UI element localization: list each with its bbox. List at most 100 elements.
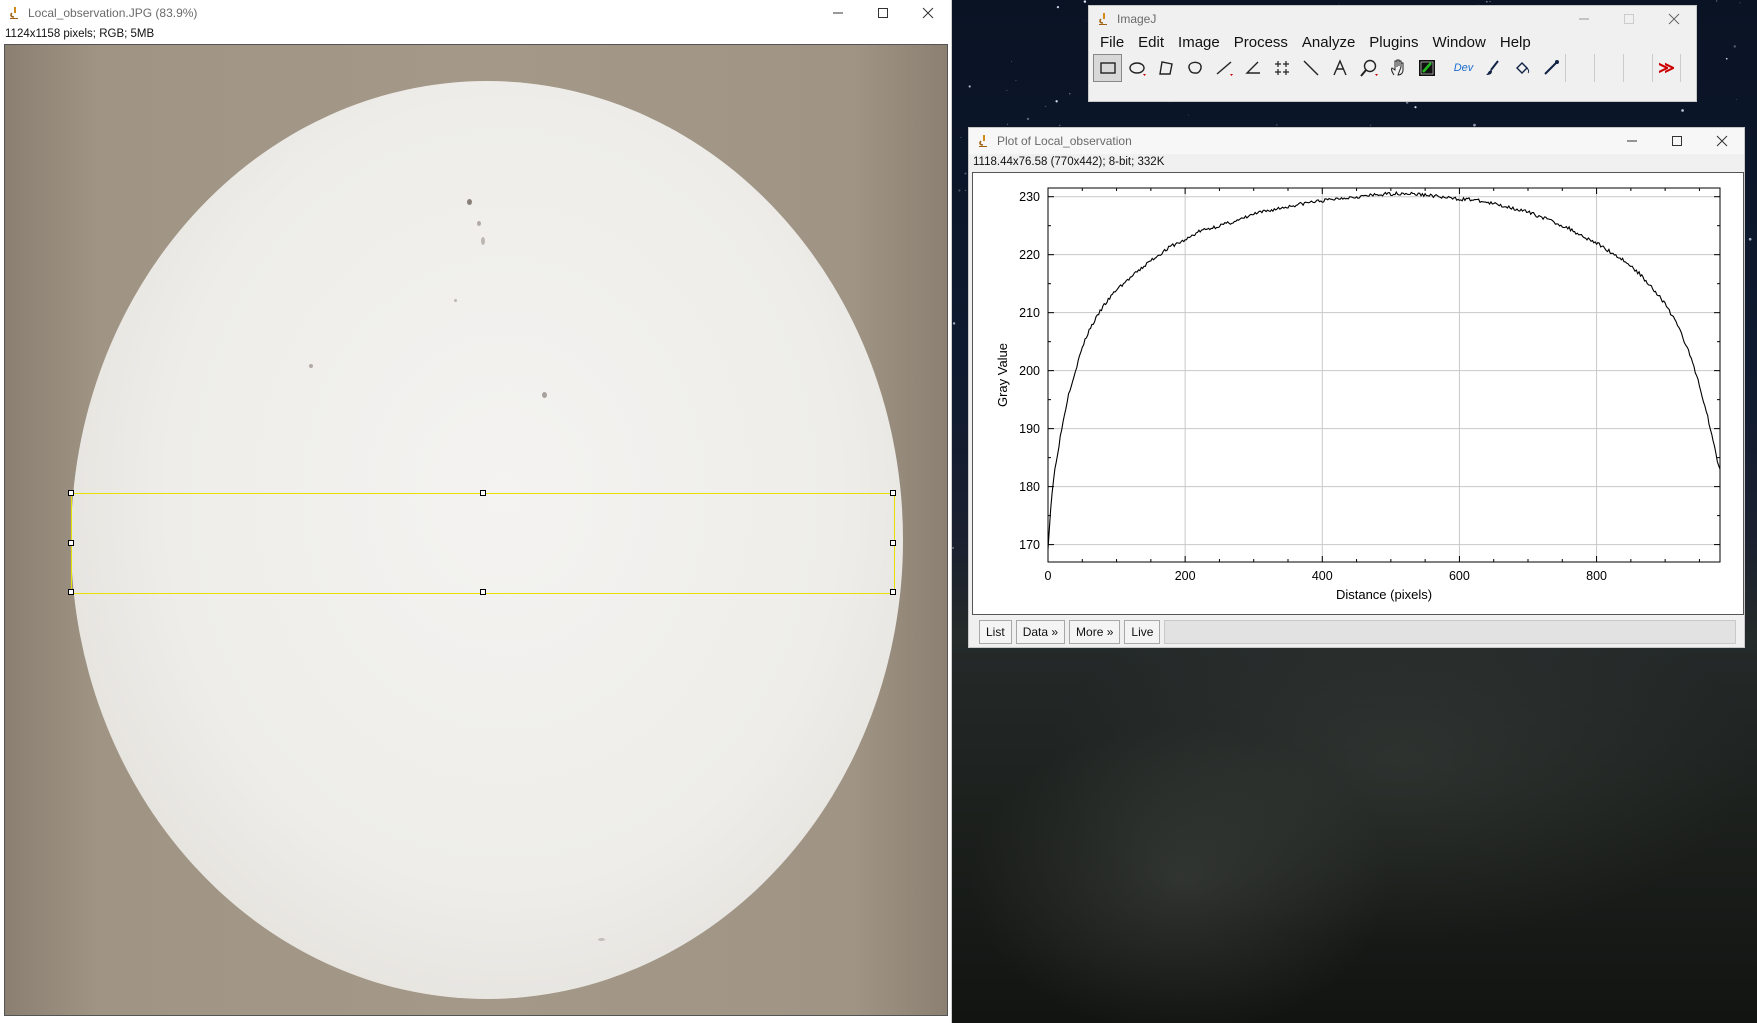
flood-fill-tool-button[interactable] [1507, 54, 1536, 82]
y-tick-label: 180 [1019, 480, 1040, 494]
star [1006, 90, 1008, 91]
star [1188, 114, 1189, 116]
star [1370, 124, 1372, 126]
freehand-tool-button[interactable] [1180, 54, 1209, 82]
image-canvas[interactable] [4, 44, 948, 1016]
x-tick-label: 0 [1045, 569, 1052, 583]
dev-menu-icon: Dev [1453, 62, 1474, 74]
minimize-button[interactable] [1561, 6, 1607, 32]
wand-tool-icon [1303, 60, 1318, 76]
oval-tool-icon [1128, 62, 1146, 76]
maximize-button[interactable] [860, 0, 906, 26]
star [1725, 57, 1728, 60]
roi-handle[interactable] [68, 540, 74, 546]
imagej-title: ImageJ [1117, 12, 1157, 26]
image-info-text: 1124x1158 pixels; RGB; 5MB [5, 28, 155, 40]
profile-plot: 0 200 400 600 800 170 180 190 200 210 220 230 Dista… [995, 187, 1721, 602]
roi-handle[interactable] [68, 490, 74, 496]
menu-process[interactable]: Process [1227, 32, 1295, 54]
data-menu-button[interactable]: Data » [1015, 620, 1066, 644]
roi-handle[interactable] [890, 589, 896, 595]
x-tick-label: 400 [1312, 569, 1333, 583]
image-window-title: Local_observation.JPG (83.9%) [28, 6, 198, 20]
oval-tool-button[interactable] [1122, 54, 1151, 82]
y-axis-label: Gray Value [995, 343, 1010, 407]
x-axis-label: Distance (pixels) [1336, 587, 1432, 602]
more-menu-button[interactable]: More » [1069, 620, 1121, 644]
wand-tool-button[interactable] [1296, 54, 1325, 82]
pipette-tool-button[interactable] [1536, 54, 1565, 82]
maximize-icon [1672, 136, 1682, 146]
color-picker-tool-button[interactable] [1412, 54, 1441, 82]
close-icon [922, 7, 934, 19]
multipoint-tool-icon [1274, 61, 1289, 75]
live-button[interactable]: Live [1124, 620, 1161, 644]
line-tool-button[interactable] [1209, 54, 1238, 82]
multipoint-tool-button[interactable] [1267, 54, 1296, 82]
x-tick-label: 800 [1586, 569, 1607, 583]
minimize-button[interactable] [1609, 128, 1655, 154]
empty-tool-slot [1623, 54, 1652, 82]
y-tick-label: 210 [1019, 306, 1040, 320]
sunspot [481, 237, 485, 245]
rectangle-tool-button[interactable] [1093, 54, 1122, 82]
roi-handle[interactable] [480, 589, 486, 595]
polygon-tool-icon [1158, 61, 1173, 75]
menu-window[interactable]: Window [1426, 32, 1493, 54]
plot-window-titlebar[interactable]: Plot of Local_observation [969, 128, 1744, 154]
sunspot [467, 199, 472, 205]
menu-plugins[interactable]: Plugins [1362, 32, 1425, 54]
maximize-icon [878, 8, 888, 18]
maximize-button[interactable] [1654, 128, 1700, 154]
roi-handle[interactable] [890, 490, 896, 496]
imagej-titlebar[interactable]: ImageJ [1089, 6, 1696, 32]
imagej-microscope-icon [1099, 13, 1107, 25]
star [1489, 1, 1491, 3]
rectangle-selection-roi[interactable] [68, 490, 896, 595]
menu-image[interactable]: Image [1171, 32, 1227, 54]
star [1026, 117, 1030, 121]
roi-handle[interactable] [890, 540, 896, 546]
brush-tool-icon [1485, 60, 1499, 75]
minimize-icon [1627, 140, 1637, 142]
color-picker-tool-icon [1418, 60, 1435, 76]
sunspot [309, 364, 313, 368]
maximize-button[interactable] [1606, 6, 1652, 32]
toolbar-separator [1441, 54, 1449, 82]
plot-canvas[interactable]: 0 200 400 600 800 170 180 190 200 210 220 230 Dista… [972, 172, 1744, 615]
close-button[interactable] [1699, 128, 1745, 154]
imagej-main-window: ImageJ File Edit Image Process Analyze P… [1088, 5, 1697, 102]
list-button[interactable]: List [979, 620, 1012, 644]
star [1069, 93, 1071, 95]
angle-tool-button[interactable] [1238, 54, 1267, 82]
text-tool-button[interactable] [1325, 54, 1354, 82]
magnifier-tool-button[interactable] [1354, 54, 1383, 82]
close-button[interactable] [905, 0, 951, 26]
menu-help[interactable]: Help [1493, 32, 1538, 54]
image-window-titlebar[interactable]: Local_observation.JPG (83.9%) [0, 0, 951, 26]
menu-edit[interactable]: Edit [1131, 32, 1171, 54]
minimize-button[interactable] [815, 0, 861, 26]
roi-handle[interactable] [68, 589, 74, 595]
hand-tool-button[interactable] [1383, 54, 1412, 82]
star [1414, 106, 1417, 109]
star [964, 172, 967, 175]
more-tools-button[interactable]: ≫ [1652, 54, 1681, 82]
roi-handle[interactable] [480, 490, 486, 496]
menu-file[interactable]: File [1093, 32, 1131, 54]
plot-info-text: 1118.44x76.58 (770x442); 8-bit; 332K [973, 156, 1165, 168]
sunspot [542, 392, 547, 398]
angle-tool-icon [1244, 61, 1260, 74]
minimize-icon [833, 12, 843, 14]
dev-menu-button[interactable]: Dev [1449, 54, 1478, 82]
line-tool-icon [1216, 61, 1233, 76]
brush-tool-button[interactable] [1478, 54, 1507, 82]
close-button[interactable] [1651, 6, 1697, 32]
star [952, 546, 954, 549]
more-tools-icon: ≫ [1658, 60, 1675, 77]
status-area [1164, 620, 1737, 644]
magnifier-tool-icon [1359, 59, 1378, 77]
star [1006, 123, 1008, 125]
menu-analyze[interactable]: Analyze [1295, 32, 1362, 54]
polygon-tool-button[interactable] [1151, 54, 1180, 82]
